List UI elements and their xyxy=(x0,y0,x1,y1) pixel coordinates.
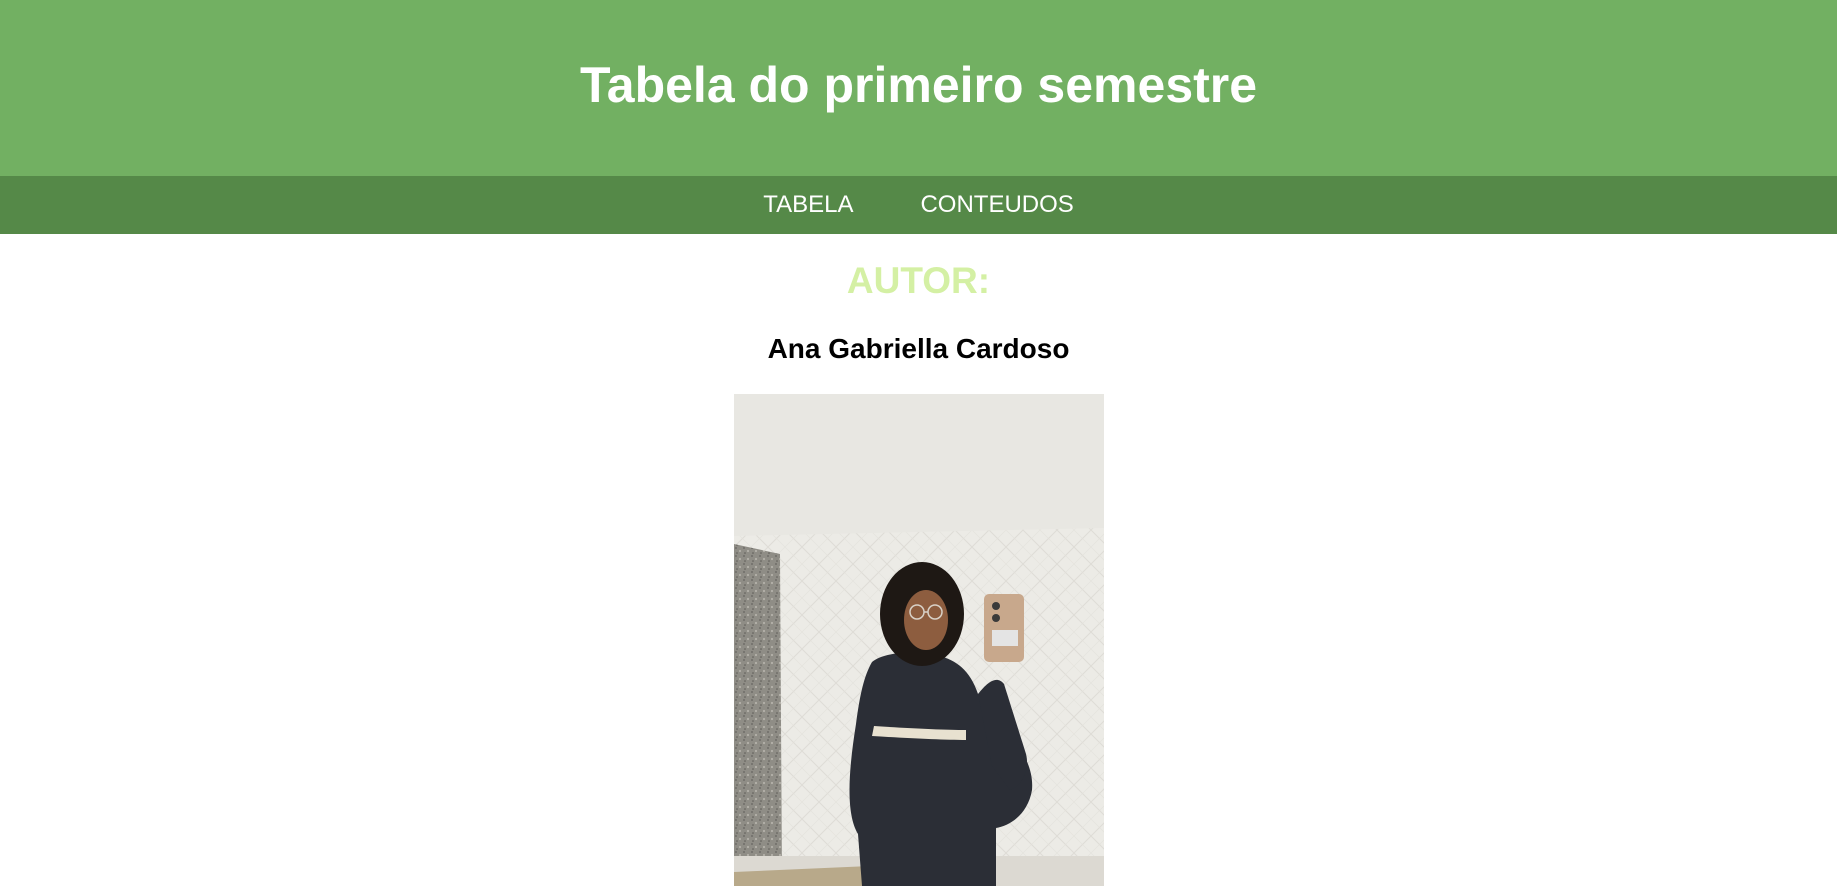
main-content: AUTOR: Ana Gabriella Cardoso xyxy=(0,234,1837,886)
author-heading: AUTOR: xyxy=(846,260,991,301)
nav-link-conteudos[interactable]: CONTEUDOS xyxy=(920,191,1073,219)
author-photo xyxy=(733,394,1104,886)
author-name: Ana Gabriella Cardoso xyxy=(767,333,1070,364)
main-nav: TABELA CONTEUDOS xyxy=(0,176,1837,234)
page-title: Tabela do primeiro semestre xyxy=(579,57,1258,113)
page-header: Tabela do primeiro semestre xyxy=(0,0,1837,176)
nav-link-tabela[interactable]: TABELA xyxy=(763,191,853,219)
